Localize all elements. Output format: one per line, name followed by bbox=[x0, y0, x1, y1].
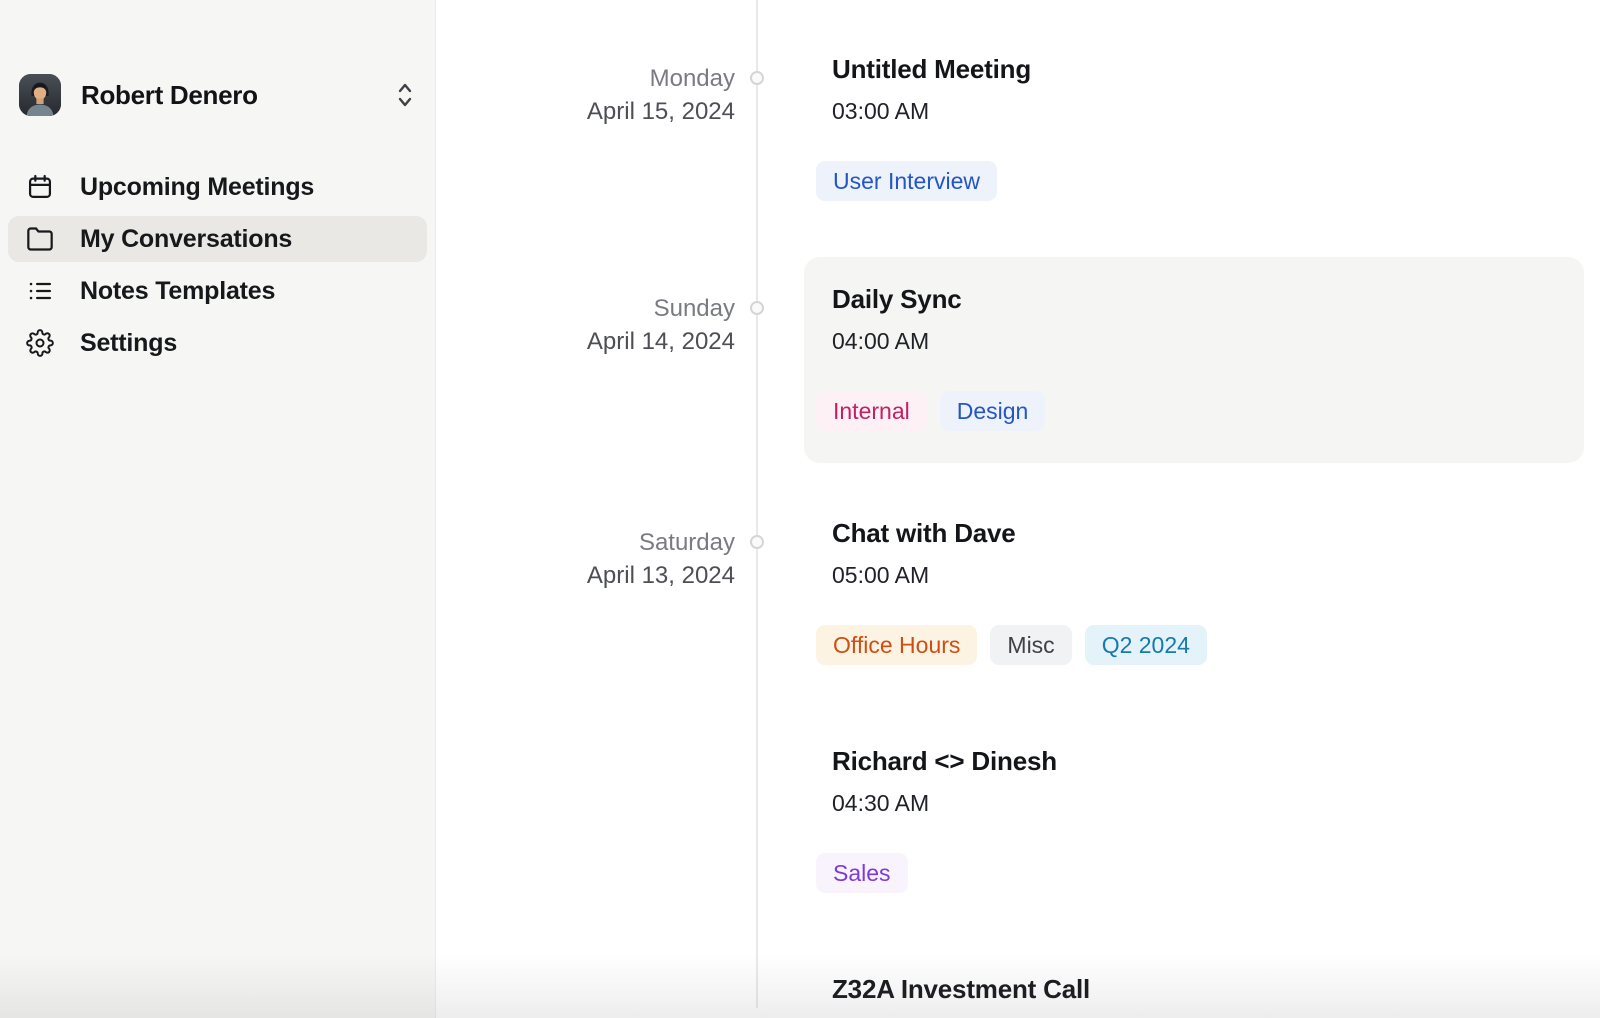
timeline-dot bbox=[750, 71, 764, 85]
sidebar-item-notes-templates[interactable]: Notes Templates bbox=[8, 268, 427, 314]
sidebar-item-settings[interactable]: Settings bbox=[8, 320, 427, 366]
tag-q2-2024[interactable]: Q2 2024 bbox=[1085, 625, 1207, 665]
meeting-time: 04:30 AM bbox=[816, 791, 1600, 815]
tag-misc[interactable]: Misc bbox=[990, 625, 1071, 665]
timeline-dot bbox=[750, 535, 764, 549]
meeting-title: Richard <> Dinesh bbox=[816, 747, 1600, 775]
sidebar-item-upcoming-meetings[interactable]: Upcoming Meetings bbox=[8, 164, 427, 210]
date-column: Sunday April 14, 2024 bbox=[437, 257, 757, 463]
meetings-column: Daily Sync 04:00 AM Internal Design bbox=[757, 257, 1600, 463]
sidebar-nav: Upcoming Meetings My Conversations Notes… bbox=[8, 164, 427, 372]
day-name: Monday bbox=[437, 62, 735, 95]
date-label: April 15, 2024 bbox=[437, 95, 735, 128]
avatar bbox=[19, 74, 61, 116]
date-label: April 13, 2024 bbox=[437, 559, 735, 592]
sidebar-item-my-conversations[interactable]: My Conversations bbox=[8, 216, 427, 262]
tag-sales[interactable]: Sales bbox=[816, 853, 908, 893]
meeting-time: 05:00 AM bbox=[816, 563, 1600, 587]
meeting-tags: Internal Design bbox=[816, 391, 1568, 431]
meeting-entry[interactable]: Untitled Meeting 03:00 AM User Interview bbox=[816, 55, 1600, 201]
meeting-title: Chat with Dave bbox=[816, 519, 1600, 547]
tag-internal[interactable]: Internal bbox=[816, 391, 927, 431]
meeting-time: 03:00 AM bbox=[816, 99, 1600, 123]
meeting-tags: Sales bbox=[816, 853, 1600, 893]
sidebar-item-label: Notes Templates bbox=[80, 277, 275, 306]
meeting-entry[interactable]: Daily Sync 04:00 AM Internal Design bbox=[804, 257, 1584, 463]
meeting-title: Daily Sync bbox=[816, 285, 1568, 313]
meeting-title: Untitled Meeting bbox=[816, 55, 1600, 83]
meetings-column: Untitled Meeting 03:00 AM User Interview bbox=[757, 55, 1600, 201]
timeline-day-group: Sunday April 14, 2024 Daily Sync 04:00 A… bbox=[437, 257, 1600, 463]
date-label: April 14, 2024 bbox=[437, 325, 735, 358]
meeting-entry[interactable]: Richard <> Dinesh 04:30 AM Sales bbox=[816, 747, 1600, 893]
timeline-day-group: Saturday April 13, 2024 Chat with Dave 0… bbox=[437, 519, 1600, 1003]
date-column: Saturday April 13, 2024 bbox=[437, 519, 757, 1003]
meeting-time: 04:00 AM bbox=[816, 329, 1568, 353]
sidebar-item-label: Settings bbox=[80, 329, 177, 358]
tag-user-interview[interactable]: User Interview bbox=[816, 161, 997, 201]
chevron-updown-icon[interactable] bbox=[393, 80, 417, 110]
conversations-panel: Monday April 15, 2024 Untitled Meeting 0… bbox=[437, 0, 1600, 1018]
date-column: Monday April 15, 2024 bbox=[437, 55, 757, 201]
meetings-column: Chat with Dave 05:00 AM Office Hours Misc… bbox=[757, 519, 1600, 1003]
sidebar: Robert Denero Upcoming Meetings My Conve… bbox=[0, 0, 436, 1018]
meeting-entry[interactable]: Z32A Investment Call bbox=[816, 975, 1600, 1003]
meeting-tags: Office Hours Misc Q2 2024 bbox=[816, 625, 1600, 665]
tag-design[interactable]: Design bbox=[940, 391, 1046, 431]
day-name: Saturday bbox=[437, 526, 735, 559]
meeting-tags: User Interview bbox=[816, 161, 1600, 201]
meeting-entry[interactable]: Chat with Dave 05:00 AM Office Hours Misc… bbox=[816, 519, 1600, 665]
calendar-icon bbox=[26, 173, 54, 201]
meeting-title: Z32A Investment Call bbox=[816, 975, 1600, 1003]
user-name: Robert Denero bbox=[81, 80, 258, 111]
sidebar-item-label: Upcoming Meetings bbox=[80, 173, 314, 202]
day-name: Sunday bbox=[437, 292, 735, 325]
timeline-day-group: Monday April 15, 2024 Untitled Meeting 0… bbox=[437, 55, 1600, 201]
timeline: Monday April 15, 2024 Untitled Meeting 0… bbox=[437, 0, 1600, 1018]
folder-icon bbox=[26, 225, 54, 253]
list-icon bbox=[26, 277, 54, 305]
sidebar-item-label: My Conversations bbox=[80, 225, 292, 254]
timeline-dot bbox=[750, 301, 764, 315]
gear-icon bbox=[26, 329, 54, 357]
tag-office-hours[interactable]: Office Hours bbox=[816, 625, 977, 665]
account-switcher[interactable]: Robert Denero bbox=[19, 74, 417, 116]
